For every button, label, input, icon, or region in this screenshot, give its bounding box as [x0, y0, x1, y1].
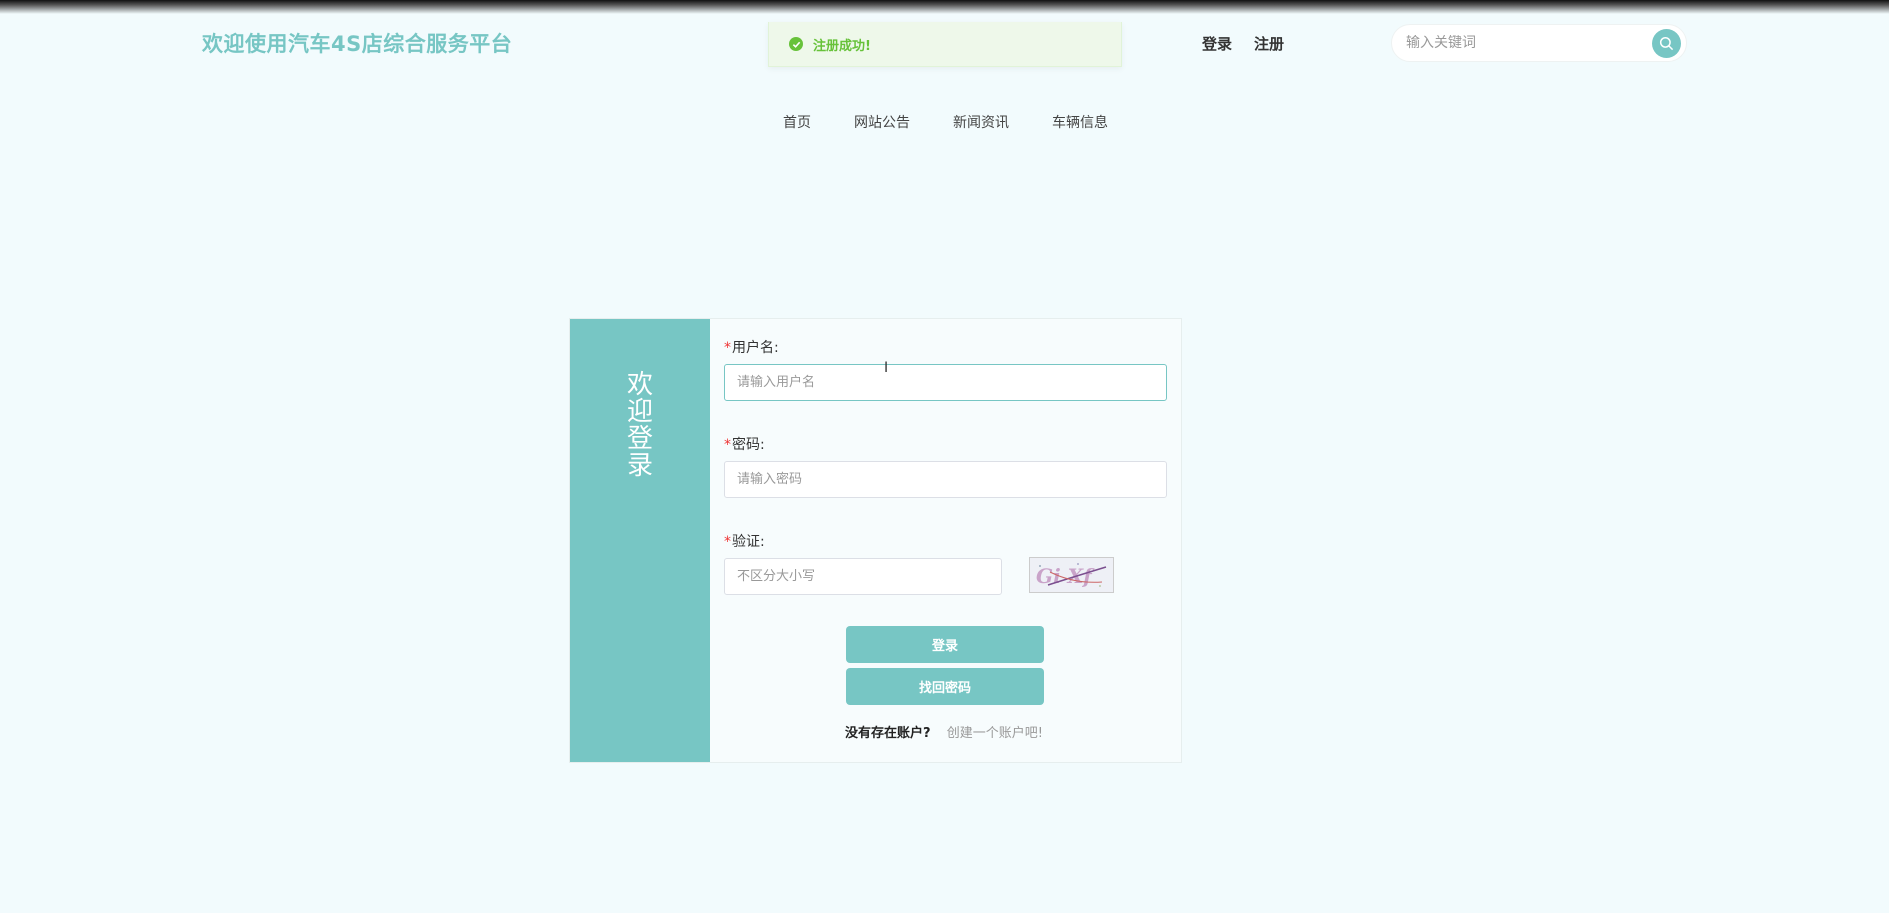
- search-box: [1391, 24, 1687, 62]
- create-account-link[interactable]: 创建一个账户吧!: [947, 726, 1043, 741]
- search-input[interactable]: [1406, 35, 1642, 51]
- text-cursor-icon: I: [884, 360, 889, 376]
- required-mark: *: [724, 340, 731, 356]
- captcha-text: Gi Xf: [1036, 564, 1095, 588]
- login-side-panel: 欢迎登录: [570, 319, 710, 762]
- signup-row: 没有存在账户? 创建一个账户吧!: [845, 722, 1043, 741]
- username-label-text: 用户名:: [732, 340, 779, 356]
- search-button[interactable]: [1652, 29, 1681, 58]
- nav-item-announcements[interactable]: 网站公告: [854, 112, 910, 132]
- main-nav: 首页 网站公告 新闻资讯 车辆信息: [783, 112, 1108, 132]
- username-label: *用户名:: [724, 337, 779, 357]
- header-login-link[interactable]: 登录: [1202, 33, 1232, 54]
- success-toast: 注册成功!: [768, 22, 1122, 67]
- password-label-text: 密码:: [732, 437, 765, 453]
- captcha-input[interactable]: [724, 558, 1002, 595]
- captcha-label: *验证:: [724, 531, 765, 551]
- check-circle-icon: [789, 37, 803, 51]
- captcha-image[interactable]: Gi Xf: [1029, 557, 1114, 593]
- required-mark: *: [724, 437, 731, 453]
- login-button[interactable]: 登录: [846, 626, 1044, 663]
- required-mark: *: [724, 534, 731, 550]
- login-card: 欢迎登录 *用户名: *密码: *验证: Gi Xf 登录 找回: [569, 318, 1182, 763]
- no-account-text: 没有存在账户?: [845, 726, 931, 741]
- toast-message: 注册成功!: [813, 38, 871, 54]
- search-icon: [1659, 36, 1674, 51]
- forgot-password-button[interactable]: 找回密码: [846, 668, 1044, 705]
- login-side-title: 欢迎登录: [626, 370, 653, 481]
- username-input[interactable]: [724, 364, 1167, 401]
- site-title: 欢迎使用汽车4S店综合服务平台: [202, 32, 513, 56]
- password-label: *密码:: [724, 434, 765, 454]
- auth-links: 登录 注册: [1202, 33, 1284, 54]
- window-top-bar: [0, 0, 1889, 14]
- nav-item-news[interactable]: 新闻资讯: [953, 112, 1009, 132]
- header-register-link[interactable]: 注册: [1254, 33, 1284, 54]
- nav-item-vehicles[interactable]: 车辆信息: [1052, 112, 1108, 132]
- password-input[interactable]: [724, 461, 1167, 498]
- nav-item-home[interactable]: 首页: [783, 112, 811, 132]
- captcha-label-text: 验证:: [732, 534, 765, 550]
